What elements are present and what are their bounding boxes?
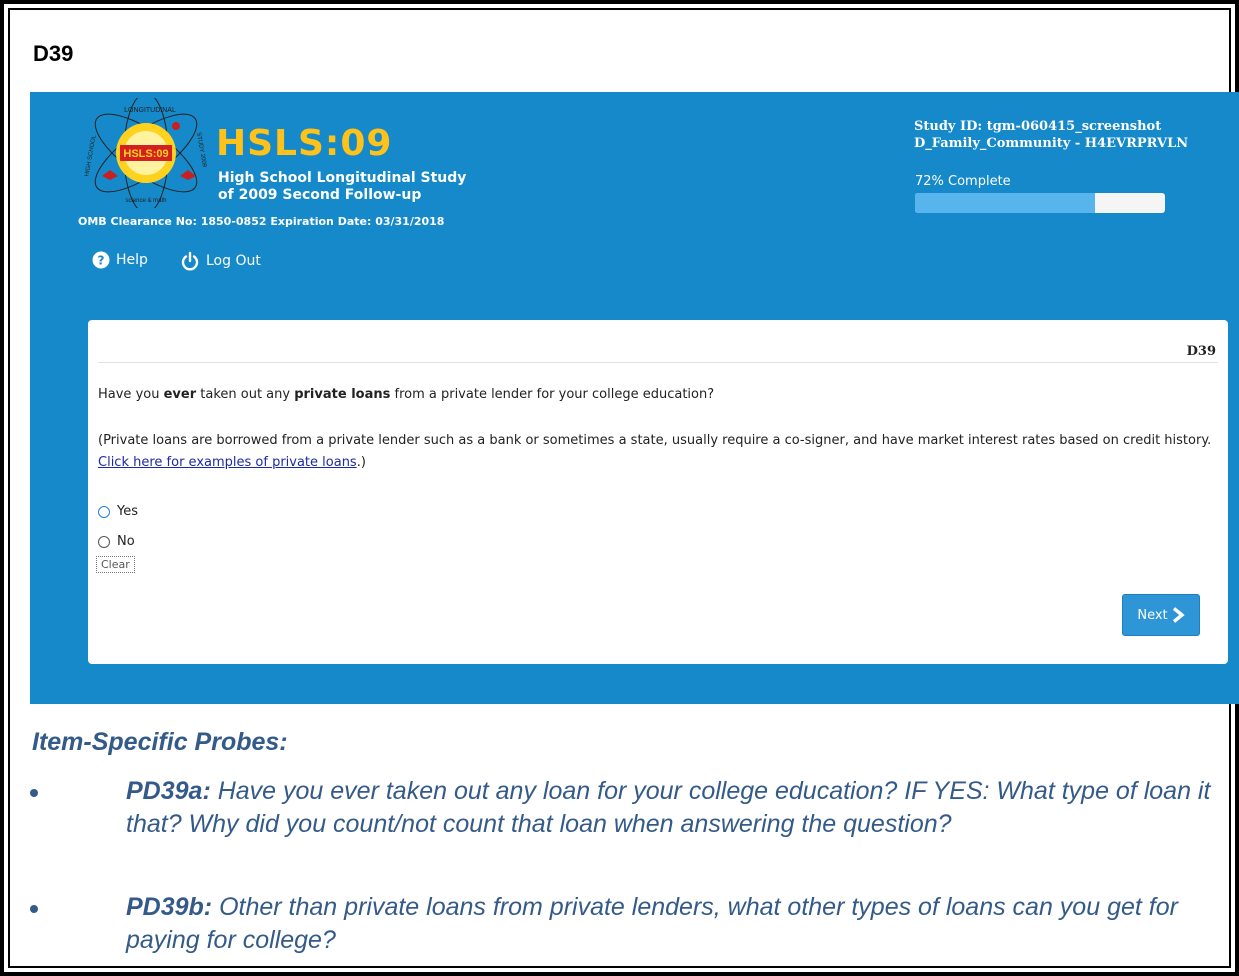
power-icon [181,251,199,271]
study-id: Study ID: tgm-060415_screenshot [914,119,1162,134]
probe-id: PD39b: [126,893,213,921]
emblem-ring-bottom-text: science & math [125,198,166,204]
private-loans-examples-link[interactable]: Click here for examples of private loans [98,455,357,470]
progress-bar [915,193,1165,213]
probe-text: Other than private loans from private le… [126,893,1178,954]
probe-item: PD39a: Have you ever taken out any loan … [30,775,1220,841]
brand-subtitle: High School Longitudinal Study of 2009 S… [218,170,466,204]
radio-no[interactable] [98,535,110,548]
omb-clearance: OMB Clearance No: 1850-0852 Expiration D… [78,215,445,228]
brand-subtitle-line2: of 2009 Second Follow-up [218,187,422,203]
page-heading: D39 [33,41,74,66]
question-note: (Private loans are borrowed from a priva… [98,430,1220,474]
emblem-center-text: HSLS:09 [123,148,168,160]
hsls-emblem-icon: HSLS:09 LONGITUDINAL HIGH SCHOOL STUDY 2… [84,98,207,208]
logout-label: Log Out [206,253,261,269]
study-info: Study ID: tgm-060415_screenshot D_Family… [914,118,1188,152]
help-icon: ? [92,251,110,269]
probe-text: Have you ever taken out any loan for you… [126,777,1211,838]
progress-bar-fill [915,193,1095,213]
probe-item: PD39b: Other than private loans from pri… [30,891,1220,957]
question-text-part: taken out any [196,387,295,402]
option-yes[interactable]: Yes [98,504,138,519]
logout-link[interactable]: Log Out [180,251,261,271]
chevron-right-icon [1172,607,1185,623]
study-section: D_Family_Community - H4EVRPRVLN [914,136,1189,151]
emblem-ring-right-text: STUDY 2009 [195,132,207,168]
question-text: Have you ever taken out any private loan… [98,387,714,402]
note-text-end: .) [356,455,366,470]
question-card: D39 Have you ever taken out any private … [88,320,1228,664]
option-no[interactable]: No [98,534,135,549]
help-label: Help [116,252,148,268]
question-emphasis-ever: ever [163,387,197,402]
help-link[interactable]: ? Help [92,251,148,269]
progress-label: 72% Complete [915,174,1011,189]
note-text: (Private loans are borrowed from a priva… [98,433,1212,448]
probe-id: PD39a: [126,777,211,805]
bullet-icon [30,789,38,797]
next-label: Next [1137,607,1168,623]
question-id: D39 [1186,344,1216,359]
question-text-part: Have you [98,387,164,402]
option-yes-label: Yes [117,504,138,519]
radio-yes[interactable] [98,505,110,518]
question-text-part: from a private lender for your college e… [390,387,715,402]
probes-title: Item-Specific Probes: [32,728,288,756]
question-emphasis-private-loans: private loans [294,387,391,402]
clear-button[interactable]: Clear [96,556,135,573]
emblem-ring-left-text: HIGH SCHOOL [84,134,97,177]
brand-subtitle-line1: High School Longitudinal Study [218,170,467,186]
emblem-ring-top-text: LONGITUDINAL [124,107,176,114]
survey-app: HSLS:09 LONGITUDINAL HIGH SCHOOL STUDY 2… [30,92,1239,704]
bullet-icon [30,905,38,913]
next-button[interactable]: Next [1122,594,1200,636]
svg-text:?: ? [98,254,105,268]
brand-title: HSLS:09 [216,123,393,164]
card-divider [98,362,1218,363]
option-no-label: No [117,534,135,549]
